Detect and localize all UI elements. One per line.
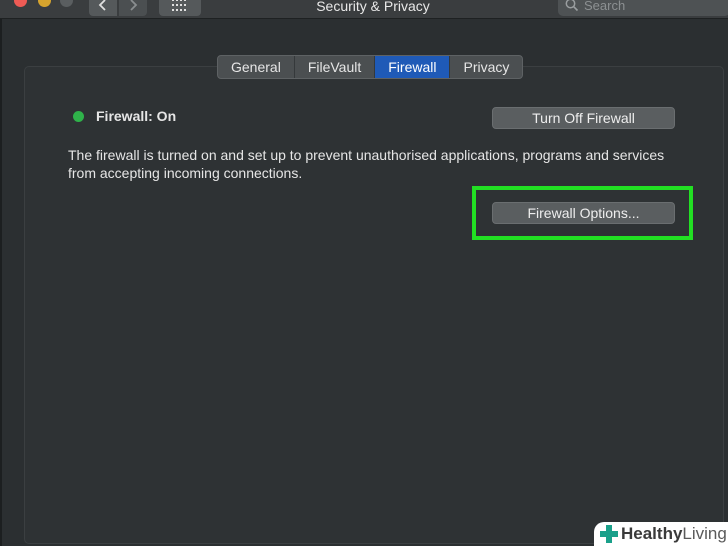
watermark-light: Living [682,524,727,543]
watermark-bold: Healthy [621,524,683,543]
security-privacy-window: Security & Privacy Search General FileVa… [0,0,728,546]
forward-button[interactable] [119,0,147,16]
cross-logo-icon [600,525,618,543]
close-window-button[interactable] [14,0,27,7]
window-edge [0,0,2,546]
firewall-options-button[interactable]: Firewall Options... [492,202,675,224]
search-field[interactable]: Search [558,0,728,16]
chevron-left-icon [98,0,106,11]
tab-privacy[interactable]: Privacy [450,56,522,78]
turn-off-firewall-button[interactable]: Turn Off Firewall [492,107,675,129]
minimize-window-button[interactable] [38,0,51,7]
tab-firewall[interactable]: Firewall [375,56,451,78]
back-button[interactable] [89,0,117,16]
search-icon [565,0,579,12]
window-title: Security & Privacy [316,0,430,14]
tab-filevault[interactable]: FileVault [295,56,376,78]
chevron-right-icon [130,0,138,11]
watermark: Healthy Living [594,522,728,546]
show-all-button[interactable] [159,0,201,16]
tab-bar: General FileVault Firewall Privacy [217,55,524,79]
firewall-status-label: Firewall: On [96,108,177,124]
titlebar: Security & Privacy Search [0,0,728,19]
grid-icon [172,0,186,11]
settings-panel [24,66,724,544]
search-placeholder: Search [584,0,626,13]
firewall-status-indicator [73,111,84,122]
zoom-window-button[interactable] [60,0,73,7]
firewall-description: The firewall is turned on and set up to … [68,147,665,181]
tab-general[interactable]: General [218,56,295,78]
